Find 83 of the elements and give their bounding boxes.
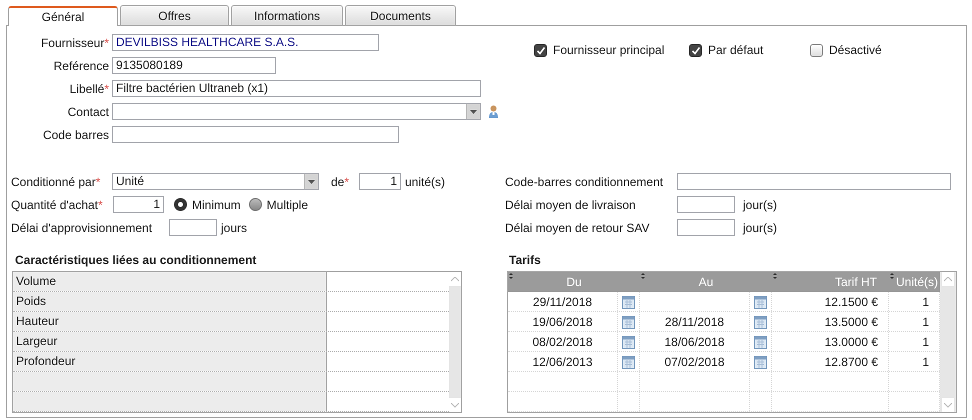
calendar-icon xyxy=(754,294,767,308)
check-icon xyxy=(536,46,546,54)
calendar-icon xyxy=(754,314,767,328)
section-title: Caractéristiques liées au conditionnement xyxy=(15,252,256,269)
field-label: Contact xyxy=(66,104,109,120)
input-field[interactable]: 1 xyxy=(113,196,164,213)
scrollbar[interactable] xyxy=(449,272,461,412)
checkbox[interactable] xyxy=(810,44,823,56)
input-field[interactable]: DEVILBISS HEALTHCARE S.A.S. xyxy=(112,34,379,51)
radio-button[interactable] xyxy=(248,198,262,211)
input-field[interactable] xyxy=(677,173,951,190)
input-field[interactable] xyxy=(677,196,735,213)
calendar-icon xyxy=(754,354,767,368)
tab[interactable]: Offres xyxy=(120,5,229,25)
field-label: Code-barres conditionnement xyxy=(505,174,664,190)
checkbox-label: Désactivé xyxy=(829,42,882,59)
field-label: Code barres xyxy=(42,126,109,144)
table-cell: 18/06/2018 xyxy=(640,332,750,351)
calendar-icon xyxy=(622,294,635,308)
input-field[interactable]: Filtre bactérien Ultraneb (x1) xyxy=(112,80,481,97)
table-cell: 12/06/2013 xyxy=(508,352,618,371)
scroll-up-icon xyxy=(944,276,952,282)
radio-label: Minimum xyxy=(192,196,241,214)
checkbox-label: Fournisseur principal xyxy=(553,42,664,59)
calendar-icon xyxy=(754,334,767,348)
calendar-icon xyxy=(622,354,635,368)
input-field[interactable]: 1 xyxy=(359,173,401,190)
radio-label: Multiple xyxy=(266,196,308,214)
table-cell: 12.1500 € xyxy=(772,292,889,311)
field-label: Libellé* xyxy=(68,80,109,98)
table-cell: 28/11/2018 xyxy=(640,312,750,331)
input-field[interactable] xyxy=(677,219,735,236)
table-cell: 19/06/2018 xyxy=(508,312,618,331)
field-label: Conditionné par* xyxy=(11,174,102,190)
field-label: de* xyxy=(331,174,350,190)
calendar-icon xyxy=(622,314,635,328)
field-label: Quantité d'achat* xyxy=(11,196,104,214)
table-cell: Poids xyxy=(13,292,327,311)
sort-icon xyxy=(773,273,777,279)
sort-icon xyxy=(509,273,513,279)
table-cell: 13.5000 € xyxy=(772,312,889,331)
scroll-down-icon xyxy=(944,402,952,408)
checkbox-label: Par défaut xyxy=(708,42,764,59)
field-label: Délai moyen de retour SAV xyxy=(505,220,651,236)
person-icon xyxy=(488,105,499,118)
section-title: Tarifs xyxy=(509,252,541,269)
calendar-icon xyxy=(622,334,635,348)
field-label: Reférence xyxy=(52,58,109,74)
field-label: Délai moyen de livraison xyxy=(505,196,637,214)
unit-label: unité(s) xyxy=(405,174,446,190)
table-cell: 07/02/2018 xyxy=(640,352,750,371)
input-field[interactable] xyxy=(169,219,217,236)
table-cell: Profondeur xyxy=(13,352,327,371)
field-label: Fournisseur* xyxy=(40,34,109,52)
scroll-up-icon xyxy=(451,276,459,282)
checkbox[interactable] xyxy=(534,44,547,56)
sort-icon xyxy=(890,273,894,279)
scrollbar[interactable] xyxy=(940,272,956,412)
table-cell: 08/02/2018 xyxy=(508,332,618,351)
input-field[interactable]: 9135080189 xyxy=(112,57,276,74)
caret-icon xyxy=(308,180,315,184)
unit-label: jour(s) xyxy=(743,220,778,236)
unit-label: jour(s) xyxy=(743,196,778,214)
field-label: Délai d'approvisionnement xyxy=(11,220,154,236)
table-cell: Volume xyxy=(13,272,327,291)
scroll-down-icon xyxy=(451,402,459,408)
table-cell: 29/11/2018 xyxy=(508,292,618,311)
caret-icon xyxy=(470,110,477,114)
dropdown[interactable]: Unité xyxy=(112,173,319,190)
table-cell: 13.0000 € xyxy=(772,332,889,351)
unit-label: jours xyxy=(221,220,248,236)
radio-button[interactable] xyxy=(174,198,187,211)
dropdown[interactable] xyxy=(112,103,481,120)
input-field[interactable] xyxy=(112,126,399,143)
tab[interactable]: Documents xyxy=(345,5,456,25)
sort-icon xyxy=(641,273,645,279)
table-cell: 12.8700 € xyxy=(772,352,889,371)
check-icon xyxy=(690,46,700,54)
tab[interactable]: Informations xyxy=(231,5,343,25)
tab[interactable]: Général xyxy=(8,6,118,26)
table-cell: Hauteur xyxy=(13,312,327,331)
checkbox[interactable] xyxy=(689,44,702,56)
table-cell: Largeur xyxy=(13,332,327,351)
